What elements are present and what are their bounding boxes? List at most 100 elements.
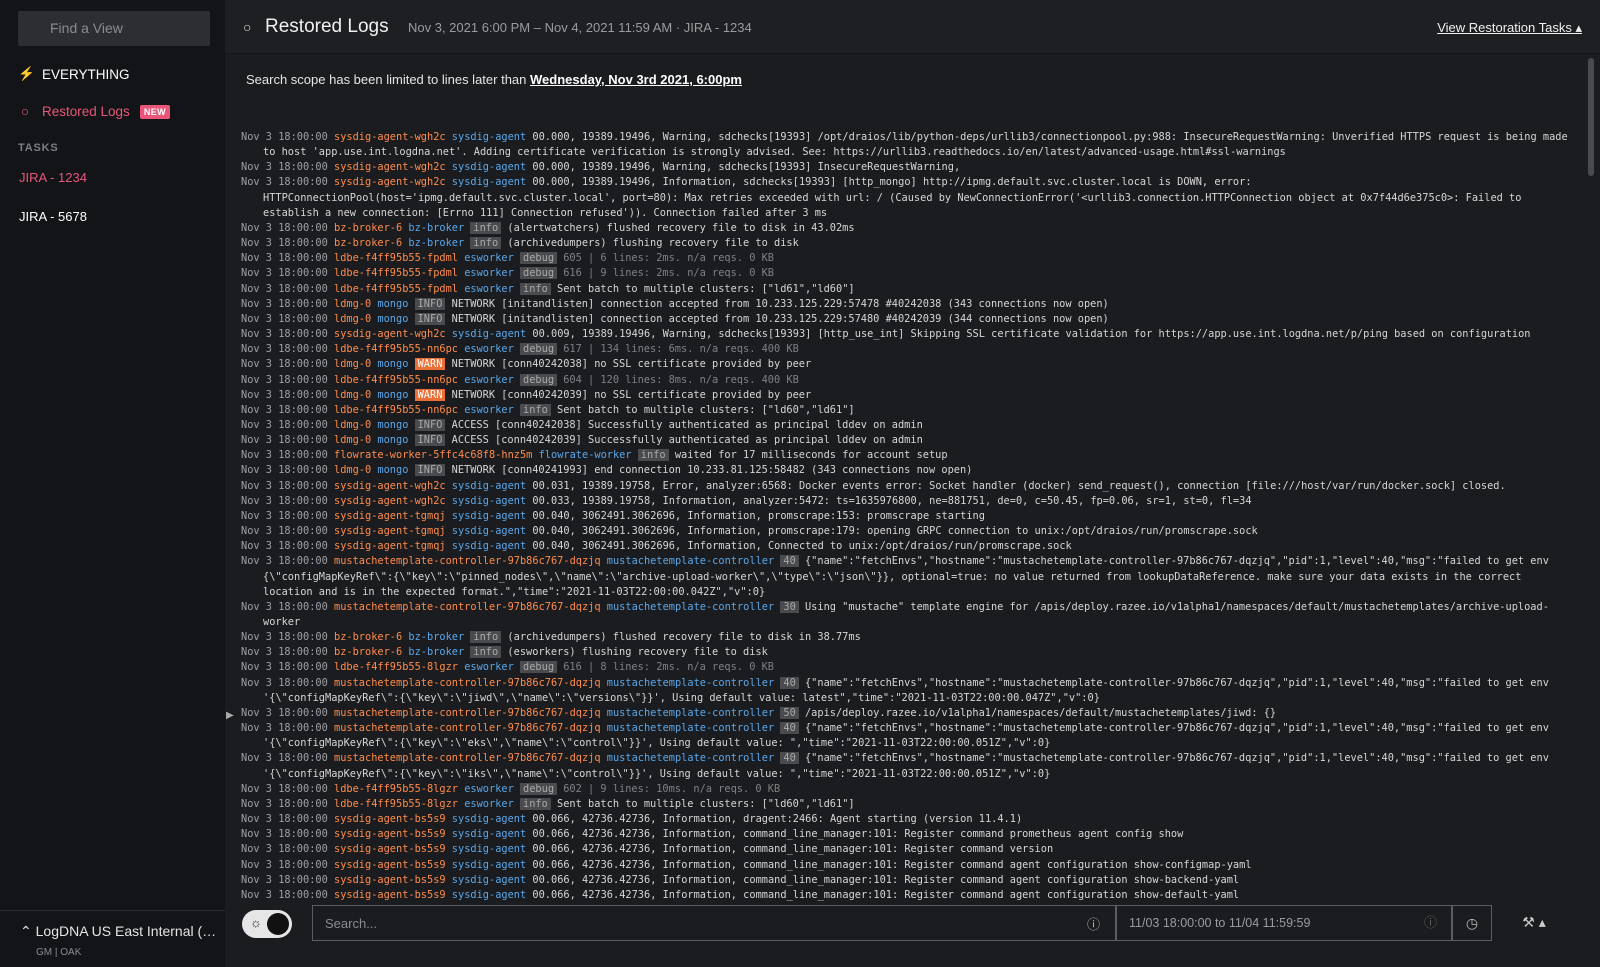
log-app[interactable]: mustachetemplate-controller <box>607 601 774 613</box>
log-line[interactable]: Nov 3 18:00:00 sysdig-agent-wgh2c sysdig… <box>241 479 1571 494</box>
log-host[interactable]: ldbe-f4ff95b55-8lgzr <box>334 783 458 795</box>
sidebar-item-everything[interactable]: ⚡ EVERYTHING <box>18 66 130 82</box>
log-host[interactable]: sysdig-agent-bs5s9 <box>334 859 446 871</box>
log-app[interactable]: mongo <box>377 298 408 310</box>
log-app[interactable]: sysdig-agent <box>452 859 526 871</box>
log-host[interactable]: sysdig-agent-bs5s9 <box>334 828 446 840</box>
org-switcher[interactable]: ⌃ LogDNA US East Internal (u… GM | OAK <box>0 910 225 967</box>
log-line[interactable]: Nov 3 18:00:00 ldbe-f4ff95b55-fpdml eswo… <box>241 251 1571 266</box>
log-app[interactable]: sysdig-agent <box>452 328 526 340</box>
log-app[interactable]: sysdig-agent <box>452 874 526 886</box>
log-line[interactable]: Nov 3 18:00:00 ldbe-f4ff95b55-nn6pc eswo… <box>241 342 1571 357</box>
log-app[interactable]: mustachetemplate-controller <box>607 677 774 689</box>
log-line[interactable]: Nov 3 18:00:00 bz-broker-6 bz-broker inf… <box>241 645 1571 660</box>
log-host[interactable]: sysdig-agent-wgh2c <box>334 328 446 340</box>
log-line[interactable]: Nov 3 18:00:00 sysdig-agent-bs5s9 sysdig… <box>241 812 1571 827</box>
log-host[interactable]: sysdig-agent-wgh2c <box>334 161 446 173</box>
log-app[interactable]: sysdig-agent <box>452 131 526 143</box>
log-line[interactable]: Nov 3 18:00:00 mustachetemplate-controll… <box>241 706 1571 721</box>
log-line[interactable]: Nov 3 18:00:00 mustachetemplate-controll… <box>241 676 1571 706</box>
expand-sidebar-icon[interactable]: ▶ <box>226 710 234 721</box>
log-host[interactable]: sysdig-agent-bs5s9 <box>334 874 446 886</box>
log-host[interactable]: ldmg-0 <box>334 419 371 431</box>
log-line[interactable]: Nov 3 18:00:00 sysdig-agent-wgh2c sysdig… <box>241 175 1571 220</box>
log-line[interactable]: Nov 3 18:00:00 ldbe-f4ff95b55-8lgzr eswo… <box>241 797 1571 812</box>
log-host[interactable]: ldmg-0 <box>334 434 371 446</box>
log-app[interactable]: bz-broker <box>408 631 464 643</box>
theme-toggle[interactable]: ☼ <box>242 910 292 938</box>
log-app[interactable]: mongo <box>377 313 408 325</box>
log-host[interactable]: flowrate-worker-5ffc4c68f8-hnz5m <box>334 449 532 461</box>
help-icon[interactable]: ⓘ <box>1424 906 1437 940</box>
log-app[interactable]: bz-broker <box>408 222 464 234</box>
log-line[interactable]: Nov 3 18:00:00 sysdig-agent-bs5s9 sysdig… <box>241 858 1571 873</box>
log-app[interactable]: mongo <box>377 358 408 370</box>
log-app[interactable]: sysdig-agent <box>452 889 526 901</box>
log-host[interactable]: mustachetemplate-controller-97b86c767-dq… <box>334 677 601 689</box>
log-host[interactable]: ldbe-f4ff95b55-fpdml <box>334 267 458 279</box>
log-line[interactable]: Nov 3 18:00:00 ldmg-0 mongo INFO ACCESS … <box>241 433 1571 448</box>
log-line[interactable]: Nov 3 18:00:00 mustachetemplate-controll… <box>241 721 1571 751</box>
log-host[interactable]: ldbe-f4ff95b55-8lgzr <box>334 661 458 673</box>
log-line[interactable]: Nov 3 18:00:00 sysdig-agent-wgh2c sysdig… <box>241 160 1571 175</box>
log-line[interactable]: Nov 3 18:00:00 ldmg-0 mongo INFO NETWORK… <box>241 297 1571 312</box>
log-line[interactable]: Nov 3 18:00:00 mustachetemplate-controll… <box>241 751 1571 781</box>
log-host[interactable]: ldbe-f4ff95b55-nn6pc <box>334 374 458 386</box>
log-host[interactable]: bz-broker-6 <box>334 222 402 234</box>
log-app[interactable]: bz-broker <box>408 237 464 249</box>
log-line[interactable]: Nov 3 18:00:00 sysdig-agent-wgh2c sysdig… <box>241 130 1571 160</box>
log-app[interactable]: sysdig-agent <box>452 510 526 522</box>
log-host[interactable]: ldmg-0 <box>334 389 371 401</box>
log-host[interactable]: ldmg-0 <box>334 358 371 370</box>
log-app[interactable]: sysdig-agent <box>452 828 526 840</box>
log-app[interactable]: esworker <box>464 404 514 416</box>
log-host[interactable]: mustachetemplate-controller-97b86c767-dq… <box>334 601 601 613</box>
log-host[interactable]: sysdig-agent-wgh2c <box>334 176 446 188</box>
log-line[interactable]: Nov 3 18:00:00 sysdig-agent-bs5s9 sysdig… <box>241 827 1571 842</box>
log-app[interactable]: sysdig-agent <box>452 813 526 825</box>
log-host[interactable]: sysdig-agent-tgmqj <box>334 510 446 522</box>
log-host[interactable]: ldbe-f4ff95b55-nn6pc <box>334 343 458 355</box>
log-host[interactable]: sysdig-agent-wgh2c <box>334 131 446 143</box>
log-app[interactable]: esworker <box>464 283 514 295</box>
log-app[interactable]: sysdig-agent <box>452 540 526 552</box>
log-line[interactable]: Nov 3 18:00:00 ldmg-0 mongo WARN NETWORK… <box>241 357 1571 372</box>
view-restoration-tasks-link[interactable]: View Restoration Tasks ▴ <box>1437 20 1582 36</box>
log-app[interactable]: esworker <box>464 374 514 386</box>
log-host[interactable]: sysdig-agent-tgmqj <box>334 525 446 537</box>
log-host[interactable]: bz-broker-6 <box>334 631 402 643</box>
log-app[interactable]: sysdig-agent <box>452 480 526 492</box>
log-host[interactable]: bz-broker-6 <box>334 646 402 658</box>
log-line[interactable]: Nov 3 18:00:00 sysdig-agent-wgh2c sysdig… <box>241 494 1571 509</box>
task-item-jira-1234[interactable]: JIRA - 1234 <box>19 170 87 185</box>
tools-button[interactable]: ⚒ ▴ <box>1508 905 1560 941</box>
log-app[interactable]: esworker <box>464 798 514 810</box>
log-host[interactable]: ldbe-f4ff95b55-fpdml <box>334 252 458 264</box>
log-host[interactable]: sysdig-agent-bs5s9 <box>334 813 446 825</box>
log-app[interactable]: flowrate-worker <box>539 449 632 461</box>
log-app[interactable]: esworker <box>464 267 514 279</box>
log-line[interactable]: Nov 3 18:00:00 sysdig-agent-wgh2c sysdig… <box>241 327 1571 342</box>
find-view-input[interactable]: Find a View <box>18 11 210 46</box>
log-line[interactable]: Nov 3 18:00:00 ldbe-f4ff95b55-8lgzr eswo… <box>241 782 1571 797</box>
help-icon[interactable]: ⓘ <box>1087 914 1100 933</box>
log-line[interactable]: Nov 3 18:00:00 ldbe-f4ff95b55-fpdml eswo… <box>241 266 1571 281</box>
log-line[interactable]: Nov 3 18:00:00 flowrate-worker-5ffc4c68f… <box>241 448 1571 463</box>
log-scrollbar[interactable] <box>1588 58 1594 176</box>
log-host[interactable]: ldmg-0 <box>334 313 371 325</box>
log-line[interactable]: Nov 3 18:00:00 bz-broker-6 bz-broker inf… <box>241 236 1571 251</box>
task-item-jira-5678[interactable]: JIRA - 5678 <box>19 209 87 224</box>
log-line[interactable]: Nov 3 18:00:00 ldbe-f4ff95b55-nn6pc eswo… <box>241 403 1571 418</box>
log-app[interactable]: esworker <box>464 343 514 355</box>
log-host[interactable]: sysdig-agent-tgmqj <box>334 540 446 552</box>
log-line[interactable]: Nov 3 18:00:00 ldbe-f4ff95b55-fpdml eswo… <box>241 282 1571 297</box>
log-app[interactable]: sysdig-agent <box>452 176 526 188</box>
log-line[interactable]: Nov 3 18:00:00 mustachetemplate-controll… <box>241 600 1571 630</box>
log-app[interactable]: sysdig-agent <box>452 525 526 537</box>
log-host[interactable]: ldmg-0 <box>334 298 371 310</box>
log-host[interactable]: mustachetemplate-controller-97b86c767-dq… <box>334 722 601 734</box>
log-line[interactable]: Nov 3 18:00:00 bz-broker-6 bz-broker inf… <box>241 221 1571 236</box>
log-line[interactable]: Nov 3 18:00:00 mustachetemplate-controll… <box>241 554 1571 599</box>
sidebar-item-restored-logs[interactable]: ○ Restored Logs NEW <box>18 104 171 119</box>
time-range-field[interactable]: 11/03 18:00:00 to 11/04 11:59:59 ⓘ <box>1116 905 1452 941</box>
